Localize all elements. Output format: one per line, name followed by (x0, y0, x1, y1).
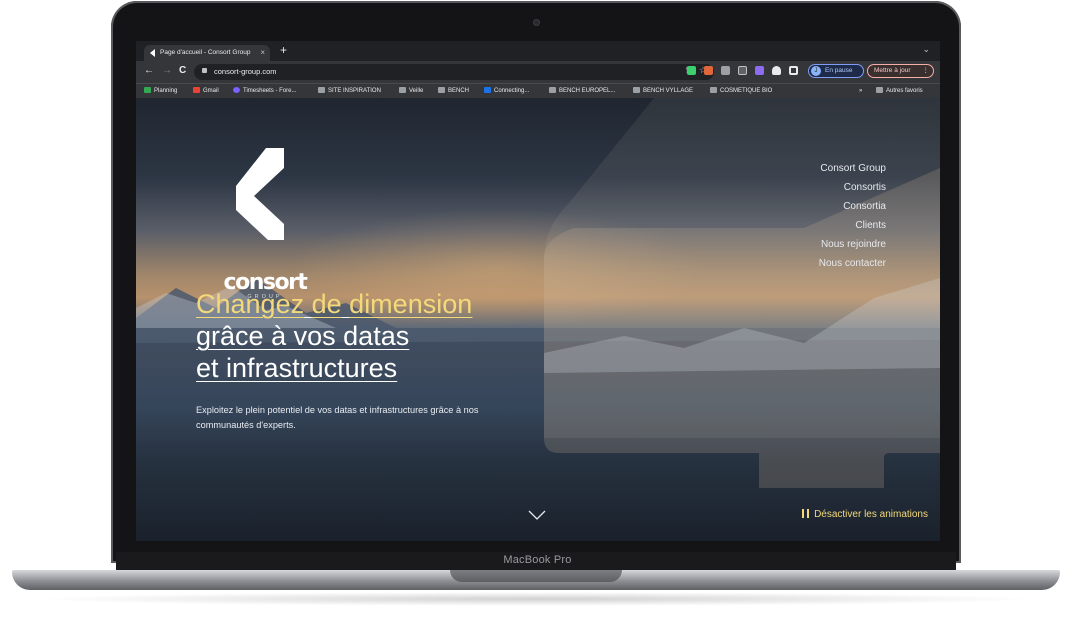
bookmark-item[interactable]: Veille (399, 84, 423, 98)
tab-title: Page d'accueil - Consort Group (160, 49, 251, 56)
hero-word: et (196, 353, 219, 383)
website-hero: consort GROUP Consort Group Consortis Co… (136, 98, 940, 541)
disable-animations-button[interactable]: Désactiver les animations (802, 509, 928, 520)
hero-subtitle: Exploitez le plein potentiel de vos data… (196, 405, 479, 430)
bookmark-item[interactable]: SITE INSPIRATION (318, 84, 381, 98)
nav-link-nous-contacter[interactable]: Nous contacter (726, 254, 886, 273)
connecting-icon (484, 87, 491, 93)
pause-icon (802, 509, 810, 518)
hero-word: Changez (196, 289, 305, 319)
reload-button[interactable]: C (179, 65, 186, 76)
url-text: consort-group.com (214, 67, 277, 76)
nav-link-clients[interactable]: Clients (726, 216, 886, 235)
close-tab-icon[interactable]: × (260, 45, 265, 61)
base-shadow (30, 592, 1042, 606)
folder-icon (549, 87, 556, 93)
back-button[interactable]: ← (144, 65, 154, 76)
bookmarks-bar: Planning Gmail Timesheets - Fore... SITE… (136, 83, 940, 98)
scroll-down-chevron-icon[interactable] (527, 508, 547, 522)
bookmark-item[interactable]: Timesheets - Fore... (233, 84, 296, 98)
profile-button[interactable]: J En pause (808, 64, 864, 78)
hero-word: datas (343, 321, 410, 351)
laptop-notch (450, 570, 622, 582)
menu-dots-icon: ⋮ (922, 67, 930, 74)
avatar: J (811, 66, 821, 76)
hero-word: dimension (349, 289, 473, 319)
nav-link-consort-group[interactable]: Consort Group (726, 159, 886, 178)
bookmark-item[interactable]: BENCH (438, 84, 469, 98)
hero-word: à (271, 321, 287, 351)
hero-word: grâce (196, 321, 264, 351)
nav-link-consortis[interactable]: Consortis (726, 178, 886, 197)
folder-icon (633, 87, 640, 93)
bookmark-item[interactable]: BENCH VYLLAGE (633, 84, 693, 98)
update-label: Mettre à jour (874, 67, 911, 74)
bookmark-item[interactable]: Connecting... (484, 84, 529, 98)
folder-icon (710, 87, 717, 93)
site-favicon-icon (150, 49, 155, 57)
new-tab-button[interactable]: + (280, 43, 287, 57)
profile-status: En pause (825, 67, 853, 74)
bookmarks-overflow-button[interactable]: » (859, 84, 862, 98)
gmail-icon (193, 87, 200, 93)
camera-extension-icon[interactable] (721, 66, 730, 75)
hero-title: Changez de dimension grâce à vos datas e… (196, 288, 576, 384)
extension-orange-icon[interactable] (704, 66, 713, 75)
address-bar[interactable]: consort-group.com ⇪ ☆ (194, 64, 714, 80)
puzzle-extensions-icon[interactable] (772, 66, 781, 75)
timesheets-icon (233, 87, 240, 93)
planning-icon (144, 87, 151, 93)
consort-logo-icon (236, 148, 284, 240)
bookmark-item[interactable]: COSMETIQUE BIO (710, 84, 772, 98)
bookmark-item[interactable]: Gmail (193, 84, 219, 98)
site-navigation: Consort Group Consortis Consortia Client… (726, 159, 886, 273)
hero-word: vos (293, 321, 336, 351)
forward-button[interactable]: → (162, 65, 172, 76)
side-panel-icon[interactable] (789, 66, 798, 75)
browser-tab[interactable]: Page d'accueil - Consort Group × (144, 45, 270, 61)
camera-icon (533, 19, 540, 26)
lock-icon (202, 68, 207, 73)
other-bookmarks[interactable]: Autres favoris (876, 84, 923, 98)
hero-word: infrastructures (226, 353, 398, 383)
bookmark-item[interactable]: BENCH EUROPEL... (549, 84, 615, 98)
folder-icon (438, 87, 445, 93)
bookmark-item[interactable]: Planning (144, 84, 177, 98)
hero-word: de (311, 289, 342, 319)
purple-extension-icon[interactable] (755, 66, 764, 75)
update-button[interactable]: Mettre à jour ⋮ (867, 64, 934, 78)
browser-toolbar: ← → C consort-group.com ⇪ ☆ J En pause M… (136, 61, 940, 83)
screen: Page d'accueil - Consort Group × + ⌄ ← →… (136, 41, 940, 541)
folder-icon (318, 87, 325, 93)
device-label: MacBook Pro (503, 554, 572, 566)
nav-link-nous-rejoindre[interactable]: Nous rejoindre (726, 235, 886, 254)
tab-strip: Page d'accueil - Consort Group × + ⌄ (136, 41, 940, 61)
folder-icon (399, 87, 406, 93)
folder-icon (876, 87, 883, 93)
chevron-down-icon[interactable]: ⌄ (922, 44, 930, 55)
extension-green-icon[interactable] (687, 66, 696, 75)
document-extension-icon[interactable] (738, 66, 747, 75)
disable-animations-label: Désactiver les animations (814, 509, 928, 520)
nav-link-consortia[interactable]: Consortia (726, 197, 886, 216)
